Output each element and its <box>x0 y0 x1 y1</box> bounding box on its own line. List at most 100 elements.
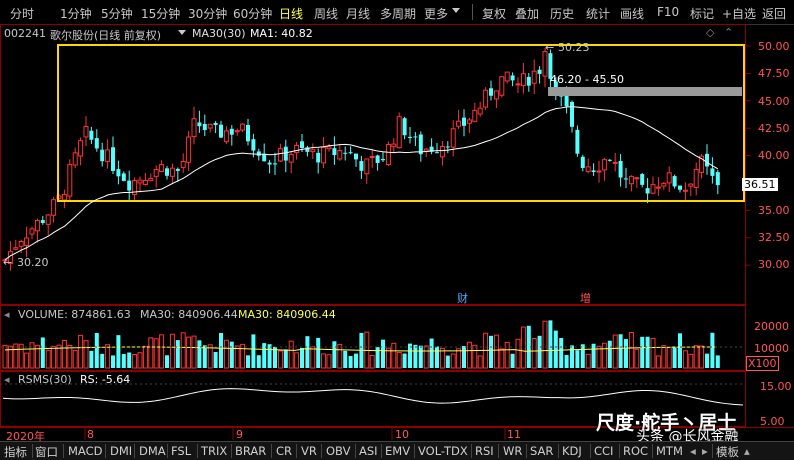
tab-vol-tdx[interactable]: VOL-TDX <box>418 444 468 458</box>
volume-bar <box>391 342 397 369</box>
candle-body <box>596 170 602 173</box>
candle-body <box>450 128 456 148</box>
tab-60min[interactable]: 60分钟 <box>233 5 272 22</box>
candle-body <box>78 140 84 157</box>
add-watchlist-button[interactable]: +自选 <box>722 5 756 22</box>
candle-body <box>585 166 591 172</box>
price-axis-label: 50.00 <box>758 40 790 53</box>
candle-body <box>300 141 304 148</box>
tab-sar[interactable]: SAR <box>530 444 553 458</box>
candle-body <box>715 172 720 186</box>
candle-body <box>564 94 569 107</box>
candle-body <box>72 152 78 166</box>
tab-1min[interactable]: 1分钟 <box>60 5 92 22</box>
candle-body <box>51 199 57 216</box>
tab-multi-period[interactable]: 多周期 <box>380 5 416 22</box>
tab-roc[interactable]: ROC <box>623 444 648 458</box>
tab-window[interactable]: 窗口 <box>35 444 58 460</box>
f10-button[interactable]: F10 <box>657 5 679 19</box>
tab-fsl[interactable]: FSL <box>171 444 191 458</box>
volume-bar <box>127 352 132 368</box>
candle-body <box>537 69 542 74</box>
tab-wr[interactable]: WR <box>503 444 522 458</box>
tab-fenshi[interactable]: 分时 <box>10 5 34 22</box>
tab-rsi[interactable]: RSI <box>475 444 494 458</box>
tab-15min[interactable]: 15分钟 <box>141 5 180 22</box>
volume-bar <box>277 350 283 369</box>
stock-code: 002241 <box>4 27 46 40</box>
tab-more[interactable]: 更多 <box>424 5 448 22</box>
tab-trix[interactable]: TRIX <box>201 444 227 458</box>
rsms-title: RSMS(30) <box>18 373 72 386</box>
candle-body <box>375 155 380 163</box>
tab-indicator[interactable]: 指标 <box>4 444 27 460</box>
tab-daily[interactable]: 日线 <box>279 5 303 22</box>
financial-report-marker[interactable]: 财 <box>457 290 468 306</box>
tab-brar[interactable]: BRAR <box>235 444 266 458</box>
volume-bar <box>40 337 45 368</box>
draw-button[interactable]: 画线 <box>620 5 644 22</box>
volume-bar <box>132 353 138 369</box>
tab-weekly[interactable]: 周线 <box>314 5 338 22</box>
highlight-box <box>57 44 745 202</box>
tab-asi[interactable]: ASI <box>359 444 378 458</box>
tab-emv[interactable]: EMV <box>385 444 410 458</box>
tab-mtm[interactable]: MTM <box>656 444 683 458</box>
diamond-icon[interactable]: ◇ <box>706 26 714 39</box>
scroll-right-icon[interactable]: ▸ <box>702 444 708 458</box>
candle-body <box>186 136 192 163</box>
tab-vr[interactable]: VR <box>301 444 317 458</box>
tab-30min[interactable]: 30分钟 <box>188 5 227 22</box>
tab-obv[interactable]: OBV <box>326 444 350 458</box>
scroll-left-icon[interactable]: ◂ <box>690 444 696 458</box>
collapse-icon[interactable]: ◂ <box>4 308 10 321</box>
candle-body <box>510 75 515 81</box>
candle-body <box>661 182 667 187</box>
tab-macd[interactable]: MACD <box>68 444 102 458</box>
tab-kdj[interactable]: KDJ <box>562 444 582 458</box>
template-button[interactable]: 模板 <box>716 444 739 460</box>
volume-title: VOLUME: 874861.63 <box>18 308 131 321</box>
candle-body <box>575 129 580 154</box>
volume-bar <box>294 352 300 369</box>
volume-bar <box>705 353 709 368</box>
stats-button[interactable]: 统计 <box>586 5 610 22</box>
candle-body <box>18 240 24 247</box>
volume-bar <box>137 352 143 369</box>
tab-cci[interactable]: CCI <box>594 444 613 458</box>
chevron-up-icon[interactable]: ▴ <box>744 444 750 458</box>
collapse-icon[interactable]: ⌃ <box>724 26 733 39</box>
tab-cr[interactable]: CR <box>276 444 292 458</box>
volume-bar <box>559 337 564 368</box>
mark-button[interactable]: 标记 <box>690 5 714 22</box>
volume-bar <box>24 352 30 369</box>
candle-body <box>246 124 250 142</box>
history-button[interactable]: 历史 <box>550 5 574 22</box>
volume-bar <box>45 349 51 369</box>
rsms-axis-label: 5.00 <box>760 415 785 428</box>
tab-monthly[interactable]: 月线 <box>346 5 370 22</box>
chevron-down-icon[interactable] <box>178 30 186 35</box>
issuance-marker[interactable]: 增 <box>580 290 591 306</box>
volume-bar <box>83 340 89 369</box>
candle-body <box>305 147 310 152</box>
candle-body <box>180 161 186 168</box>
back-button[interactable]: 返回 <box>762 5 786 22</box>
tab-5min[interactable]: 5分钟 <box>101 5 133 22</box>
candle-body <box>640 174 645 185</box>
candle-body <box>229 128 234 135</box>
tab-dmi[interactable]: DMI <box>110 444 132 458</box>
volume-bar <box>283 349 288 368</box>
candle-body <box>219 124 223 138</box>
chevron-down-icon[interactable] <box>452 8 460 13</box>
volume-bar <box>186 336 192 369</box>
adjust-button[interactable]: 复权 <box>482 5 506 22</box>
volume-bar <box>666 347 672 369</box>
overlay-button[interactable]: 叠加 <box>515 5 539 22</box>
tab-dma[interactable]: DMA <box>139 444 166 458</box>
rsms-value: RS: -5.64 <box>80 373 131 386</box>
volume-bar <box>213 351 218 368</box>
volume-bar <box>305 336 310 368</box>
collapse-icon[interactable]: ◂ <box>4 373 10 386</box>
volume-ma-white: MA30: 840906.44 <box>140 308 238 321</box>
